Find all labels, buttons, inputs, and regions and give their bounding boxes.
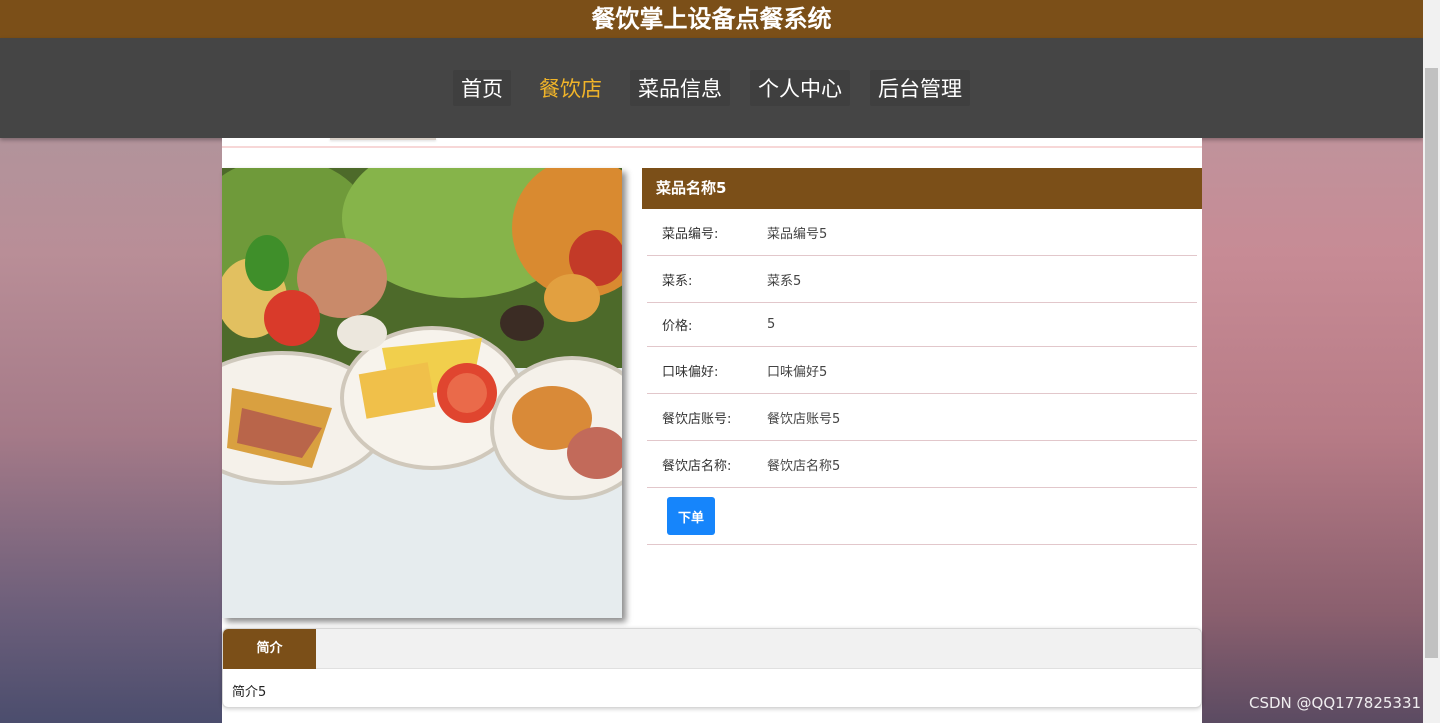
field-value: 5	[767, 317, 776, 332]
field-value: 餐饮店账号5	[767, 411, 841, 427]
field-label: 餐饮店名称:	[662, 458, 732, 474]
intro-tabs: 简介 简介5	[222, 628, 1202, 708]
field-row-restaurant-name: 餐饮店名称: 餐饮店名称5	[647, 441, 1197, 488]
order-button[interactable]: 下单	[667, 497, 715, 535]
field-label: 餐饮店账号:	[662, 411, 732, 427]
order-row: 下单	[647, 488, 1197, 545]
field-label: 菜系:	[662, 273, 693, 289]
main-nav: 首页 餐饮店 菜品信息 个人中心 后台管理	[0, 38, 1423, 138]
field-value: 餐饮店名称5	[767, 458, 841, 474]
field-label: 菜品编号:	[662, 226, 719, 242]
nav-personal-center[interactable]: 个人中心	[750, 70, 850, 106]
breadcrumb-tab	[330, 138, 436, 140]
watermark: CSDN @QQ177825331	[1249, 694, 1422, 712]
field-row-dish-number: 菜品编号: 菜品编号5	[647, 209, 1197, 256]
dish-photo	[222, 168, 622, 618]
tab-intro[interactable]: 简介	[223, 629, 316, 669]
nav-home[interactable]: 首页	[453, 70, 511, 106]
field-row-restaurant-account: 餐饮店账号: 餐饮店账号5	[647, 394, 1197, 441]
tabs-header: 简介	[223, 629, 1201, 669]
scrollbar-thumb[interactable]	[1425, 68, 1438, 658]
field-row-price: 价格: 5	[647, 303, 1197, 347]
dish-detail-panel: 菜品名称5 菜品编号: 菜品编号5 菜系: 菜系5 价格: 5 口味偏好: 口味…	[642, 168, 1202, 545]
nav-restaurants[interactable]: 餐饮店	[531, 70, 610, 106]
field-row-taste: 口味偏好: 口味偏好5	[647, 347, 1197, 394]
field-value: 口味偏好5	[767, 364, 828, 380]
site-title: 餐饮掌上设备点餐系统	[0, 0, 1423, 38]
dish-name-heading: 菜品名称5	[642, 168, 1202, 209]
field-label: 价格:	[662, 319, 693, 334]
field-label: 口味偏好:	[662, 364, 719, 380]
dish-detail-page: 菜品名称5 菜品编号: 菜品编号5 菜系: 菜系5 价格: 5 口味偏好: 口味…	[222, 138, 1202, 723]
nav-admin[interactable]: 后台管理	[870, 70, 970, 106]
field-value: 菜品编号5	[767, 226, 828, 242]
nav-dish-info[interactable]: 菜品信息	[630, 70, 730, 106]
field-row-cuisine: 菜系: 菜系5	[647, 256, 1197, 303]
intro-content: 简介5	[232, 685, 267, 700]
field-value: 菜系5	[767, 273, 802, 289]
